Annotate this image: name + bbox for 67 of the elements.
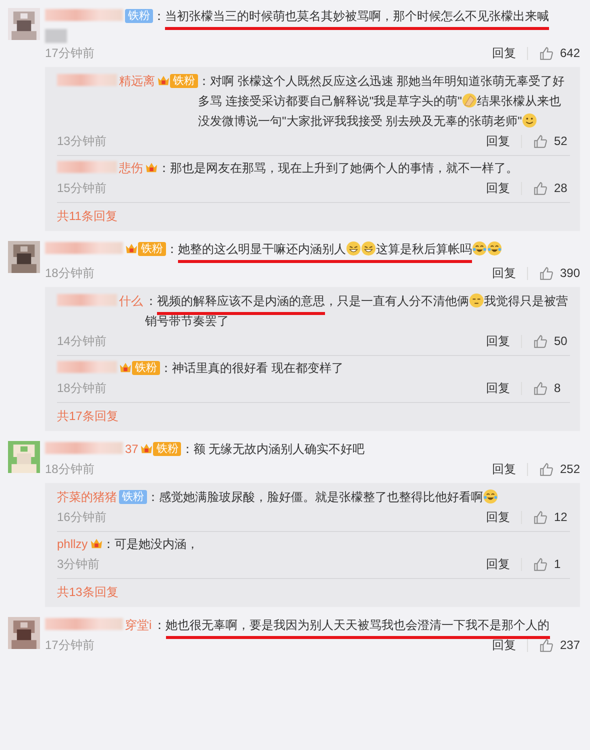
reply-text: ：那也是网友在那骂，现在上升到了她俩个人的事情，就不一样了。: [158, 160, 519, 177]
thumbs-up-icon[interactable]: [533, 510, 548, 524]
like-count: 390: [560, 266, 580, 280]
fan-badge: 铁粉: [132, 361, 160, 375]
thumbs-up-icon[interactable]: [538, 46, 554, 60]
thumbs-up-icon[interactable]: [533, 134, 548, 148]
reply-link[interactable]: 回复: [492, 264, 516, 282]
reply-link[interactable]: 回复: [492, 460, 516, 478]
timestamp: 17分钟前: [45, 44, 94, 62]
like-count: 8: [554, 381, 562, 395]
reply-link[interactable]: 回复: [492, 44, 516, 62]
thumbs-up-icon[interactable]: [538, 462, 554, 476]
laughing-emoji-icon: [487, 241, 502, 256]
timestamp: 15分钟前: [57, 180, 106, 196]
reply-text: ：感觉她满脸玻尿酸，脸好僵。就是张檬整了也整得比他好看啊: [147, 487, 570, 507]
grin-emoji-icon: [361, 241, 376, 256]
timestamp: 16分钟前: [57, 508, 106, 526]
like-count: 252: [560, 462, 580, 476]
timestamp: 13分钟前: [57, 132, 106, 150]
reply-link[interactable]: 回复: [486, 508, 510, 526]
reply-link[interactable]: 回复: [486, 132, 510, 150]
fan-badge: 铁粉: [125, 9, 153, 23]
reply-link[interactable]: 回复: [492, 636, 516, 654]
reply-text: ：神话里真的很好看 现在都变样了: [160, 360, 344, 377]
reply-link[interactable]: 回复: [486, 180, 510, 196]
like-count: 52: [554, 134, 568, 148]
thumbs-up-icon[interactable]: [533, 334, 548, 348]
fan-badge: 铁粉: [119, 490, 147, 504]
timestamp: 17分钟前: [45, 636, 94, 654]
grin-emoji-icon: [346, 241, 361, 256]
thumbs-up-icon[interactable]: [533, 180, 548, 196]
timestamp: 18分钟前: [57, 380, 106, 396]
crown-icon: [140, 442, 154, 455]
like-count: 12: [554, 510, 568, 524]
like-count: 237: [560, 638, 580, 652]
timestamp: 18分钟前: [45, 460, 94, 478]
laughing-emoji-icon: [472, 241, 487, 256]
fan-badge: 铁粉: [153, 442, 182, 456]
laughing-emoji-icon: [483, 489, 498, 504]
timestamp: 3分钟前: [57, 556, 100, 572]
crown-icon: [125, 242, 138, 255]
fan-badge: 铁粉: [138, 242, 166, 256]
timestamp: 18分钟前: [45, 264, 94, 282]
comment-text: ：额 无缘无故内涵别人确实不好吧: [181, 441, 366, 458]
like-count: 642: [560, 46, 580, 60]
reply-text: ：对啊 张檬这个人既然反应这么迅速 那她当年明知道张萌无辜受了好多骂 连接受采访都要自己解释说"我是草字头的萌" 结果张檬从来也没发微博说一句"大家批评我我接受 别去殃及无辜的张萌老师": [198, 73, 566, 130]
smile-emoji-icon: [522, 113, 537, 128]
crown-icon: [157, 74, 170, 87]
thumbs-up-icon[interactable]: [538, 266, 554, 280]
reply-text: ：可是她没内涵，: [102, 536, 200, 553]
like-count: 50: [554, 334, 568, 348]
thumbs-up-icon[interactable]: [533, 556, 548, 572]
reply-link[interactable]: 回复: [486, 556, 510, 572]
crown-icon: [119, 361, 132, 374]
comment-text: ：她整的这么明显干嘛还内涵别人 这算是秋后算帐吗: [166, 239, 580, 263]
thumbs-up-icon[interactable]: [533, 380, 548, 396]
crown-icon: [90, 537, 103, 550]
crown-icon: [145, 161, 158, 174]
fan-badge: 铁粉: [170, 74, 198, 88]
reply-text: ：视频的解释应该不是内涵的意思，只是一直有人分不清他俩 我觉得只是被营销号带节奏罢了: [145, 292, 569, 330]
sleepy-emoji-icon: [469, 293, 484, 308]
timestamp: 14分钟前: [57, 332, 106, 350]
thumbs-up-icon[interactable]: [538, 638, 554, 652]
like-count: 1: [554, 557, 562, 571]
reply-link[interactable]: 回复: [486, 380, 510, 396]
like-count: 28: [554, 181, 568, 195]
reply-link[interactable]: 回复: [486, 332, 510, 350]
